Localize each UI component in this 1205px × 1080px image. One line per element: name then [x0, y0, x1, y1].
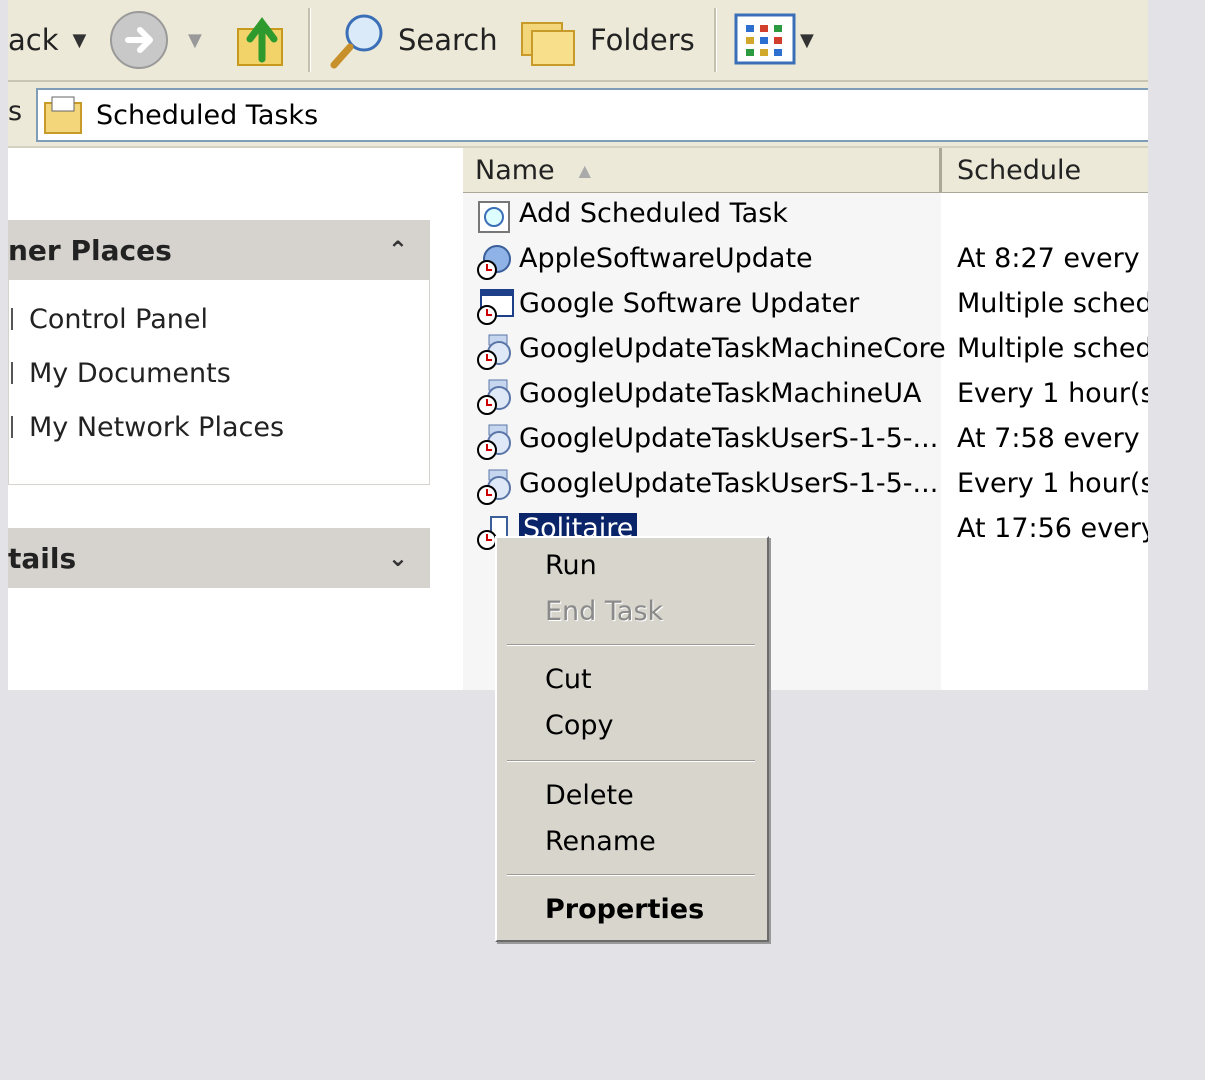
task-name: GoogleUpdateTaskMachineUA [519, 378, 922, 409]
list-item[interactable]: GoogleUpdateTaskUserS-1-5-... At 7:58 ev… [463, 419, 1148, 464]
list-header: Name ▲ Schedule [463, 148, 1148, 193]
menu-item-delete[interactable]: Delete [545, 780, 634, 811]
task-schedule: Multiple schedu [957, 288, 1148, 319]
other-places-header[interactable]: ner Places ⌃ [8, 220, 430, 280]
back-label: ack [8, 23, 59, 57]
task-schedule: Every 1 hour(s [957, 378, 1148, 409]
toolbar: ack ▼ ▼ Search Folders ▼ [8, 0, 1148, 82]
forward-dropdown-icon[interactable]: ▼ [188, 30, 202, 51]
task-schedule: Every 1 hour(s [957, 468, 1148, 499]
list-item[interactable]: GoogleUpdateTaskMachineUA Every 1 hour(s [463, 374, 1148, 419]
task-name: AppleSoftwareUpdate [519, 243, 813, 274]
add-task-icon [478, 201, 510, 233]
column-divider[interactable] [939, 148, 942, 192]
place-icon [11, 308, 13, 330]
menu-item-run[interactable]: Run [545, 550, 597, 581]
search-button[interactable]: Search [326, 10, 498, 70]
back-button[interactable]: ack ▼ [8, 10, 86, 70]
scheduled-task-clock-icon [477, 245, 511, 280]
place-control-panel[interactable]: Control Panel [29, 304, 208, 335]
sort-ascending-icon: ▲ [578, 160, 591, 180]
task-name: Add Scheduled Task [519, 198, 788, 229]
list-item[interactable]: GoogleUpdateTaskUserS-1-5-... Every 1 ho… [463, 464, 1148, 509]
collapse-chevron-icon[interactable]: ⌃ [388, 236, 408, 264]
folders-icon [521, 22, 575, 66]
folders-button[interactable]: Folders [518, 10, 695, 70]
place-my-network-places[interactable]: My Network Places [29, 412, 284, 443]
address-bar: s Scheduled Tasks [8, 82, 1148, 148]
back-dropdown-icon[interactable]: ▼ [73, 30, 87, 51]
scheduled-tasks-folder-icon [44, 96, 82, 134]
list-item[interactable]: Add Scheduled Task [463, 194, 1148, 239]
list-item[interactable]: AppleSoftwareUpdate At 8:27 every [463, 239, 1148, 284]
task-name: GoogleUpdateTaskMachineCore [519, 333, 946, 364]
column-header-name[interactable]: Name ▲ [475, 148, 591, 192]
details-header[interactable]: tails ⌄ [8, 528, 430, 588]
task-name: Google Software Updater [519, 288, 860, 319]
place-my-documents[interactable]: My Documents [29, 358, 231, 389]
menu-separator [507, 874, 755, 876]
scheduled-task-clock-icon [477, 334, 511, 370]
other-places-title: ner Places [8, 233, 172, 267]
address-value: Scheduled Tasks [96, 99, 319, 131]
forward-arrow-icon [110, 11, 168, 69]
task-schedule: At 17:56 every [957, 513, 1148, 544]
list-item[interactable]: GoogleUpdateTaskMachineCore Multiple sch… [463, 329, 1148, 374]
views-dropdown-icon[interactable]: ▼ [800, 30, 814, 51]
scheduled-task-clock-icon [477, 424, 511, 460]
scheduled-task-clock-icon [477, 469, 511, 505]
expand-chevron-icon[interactable]: ⌄ [388, 544, 408, 572]
task-name: GoogleUpdateTaskUserS-1-5-... [519, 468, 939, 499]
address-label: s [8, 96, 23, 127]
place-icon [11, 416, 13, 438]
place-icon [11, 362, 13, 384]
task-schedule: At 8:27 every [957, 243, 1140, 274]
search-label: Search [398, 23, 498, 57]
menu-item-cut[interactable]: Cut [545, 664, 592, 695]
other-places-body: Control Panel My Documents My Network Pl… [8, 280, 430, 485]
menu-item-copy[interactable]: Copy [545, 710, 614, 741]
scheduled-task-window-icon [477, 289, 514, 325]
column-name-label: Name [475, 154, 555, 186]
column-header-schedule[interactable]: Schedule [957, 148, 1081, 192]
up-folder-icon [237, 17, 283, 66]
scheduled-task-clock-icon [477, 379, 511, 415]
folders-label: Folders [590, 23, 695, 57]
menu-separator [507, 760, 755, 762]
views-button[interactable]: ▼ [734, 10, 814, 70]
menu-separator [507, 644, 755, 646]
column-schedule-label: Schedule [957, 154, 1082, 186]
menu-item-properties[interactable]: Properties [545, 894, 704, 925]
menu-item-end-task: End Task [545, 596, 664, 627]
toolbar-separator [308, 8, 311, 72]
list-item[interactable]: Google Software Updater Multiple schedu [463, 284, 1148, 329]
task-name: GoogleUpdateTaskUserS-1-5-... [519, 423, 939, 454]
views-grid-icon [734, 13, 796, 65]
task-pane: ner Places ⌃ Control Panel My Documents … [8, 148, 463, 690]
search-icon [330, 14, 383, 69]
toolbar-separator [714, 8, 717, 72]
details-title: tails [8, 541, 77, 575]
forward-button[interactable]: ▼ [108, 10, 202, 70]
context-menu: Run End Task Cut Copy Delete Rename Prop… [495, 536, 769, 942]
task-schedule: Multiple schedu [957, 333, 1148, 364]
menu-item-rename[interactable]: Rename [545, 826, 656, 857]
up-folder-button[interactable] [234, 10, 292, 70]
address-field[interactable]: Scheduled Tasks [36, 88, 1148, 142]
task-schedule: At 7:58 every [957, 423, 1140, 454]
